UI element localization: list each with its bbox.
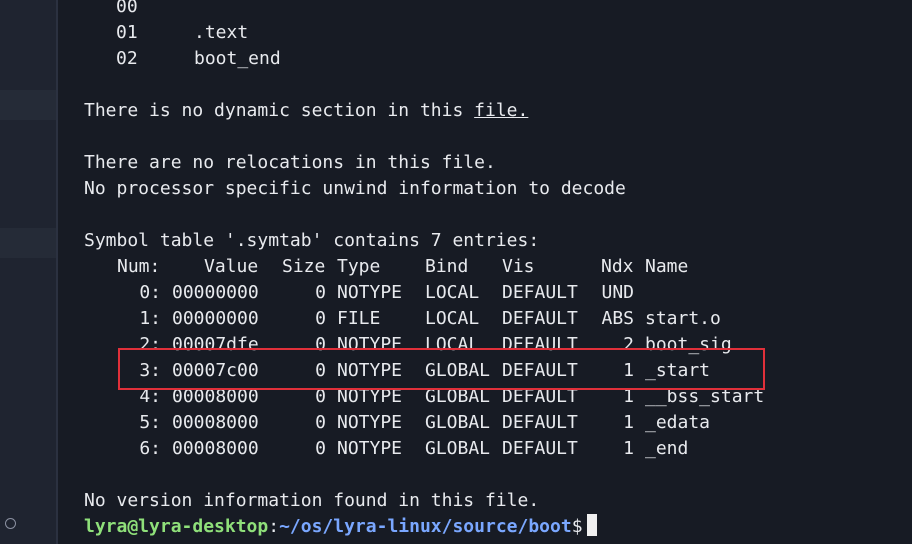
text-cursor (586, 514, 597, 536)
section-row: 02 boot_end (84, 46, 281, 72)
dynamic-text: There is no dynamic section in this (84, 100, 475, 121)
prompt-status-icon (5, 518, 16, 529)
unwind-line: No processor specific unwind information… (84, 178, 626, 199)
file-link[interactable]: file. (474, 100, 528, 121)
symbol-ndx: ABS (601, 308, 634, 329)
left-sidebar (0, 0, 56, 544)
header-bind: Bind (425, 256, 469, 277)
symbol-ndx: 1 (623, 438, 634, 459)
symbol-ndx: 1 (623, 386, 634, 407)
version-info-line: No version information found in this fil… (84, 490, 540, 511)
section-row: 00 (84, 0, 138, 20)
prompt-user-host: lyra@lyra-desktop (84, 516, 269, 537)
symtab-header: Num: Value Size Type Bind Vis Ndx Name (84, 254, 688, 280)
symbol-name: boot_sig (645, 334, 732, 355)
symtab-title: Symbol table '.symtab' contains 7 entrie… (84, 230, 540, 251)
prompt-separator: : (268, 516, 280, 537)
header-type: Type (337, 256, 381, 277)
symbol-name: _edata (645, 412, 711, 433)
symbol-ndx: 2 (623, 334, 634, 355)
relocations-line: There are no relocations in this file. (84, 152, 496, 173)
prompt-symbol: $ (571, 516, 583, 537)
symbol-ndx: 1 (623, 412, 634, 433)
sidebar-band-selected (0, 228, 56, 258)
sidebar-band (0, 90, 56, 120)
shell-prompt[interactable]: lyra@lyra-desktop:~/os/lyra-linux/source… (84, 514, 597, 540)
symbol-name: _start (645, 360, 711, 381)
symbol-ndx: 1 (623, 360, 634, 381)
symbol-name: start.o (645, 308, 721, 329)
header-size: Size (282, 256, 326, 277)
header-vis: Vis (502, 256, 535, 277)
header-name: Name (645, 256, 689, 277)
dynamic-section-line: There is no dynamic section in this file… (84, 98, 528, 124)
header-ndx: Ndx (601, 256, 634, 277)
prompt-path: ~/os/lyra-linux/source/boot (279, 516, 572, 537)
terminal-pane[interactable]: 00 01 .text 02 boot_end There is no dyna… (58, 0, 912, 544)
section-num: 02 (116, 48, 138, 69)
section-num: 01 (116, 22, 138, 43)
section-row: 01 .text (84, 20, 248, 46)
header-num: Num: (117, 256, 161, 277)
section-names: .text (194, 22, 249, 43)
section-num: 00 (116, 0, 138, 17)
symbol-name: __bss_start (645, 386, 765, 407)
section-names: boot_end (194, 48, 281, 69)
symbol-ndx: UND (601, 282, 634, 303)
symbol-name: _end (645, 438, 689, 459)
header-value: Value (204, 256, 259, 277)
